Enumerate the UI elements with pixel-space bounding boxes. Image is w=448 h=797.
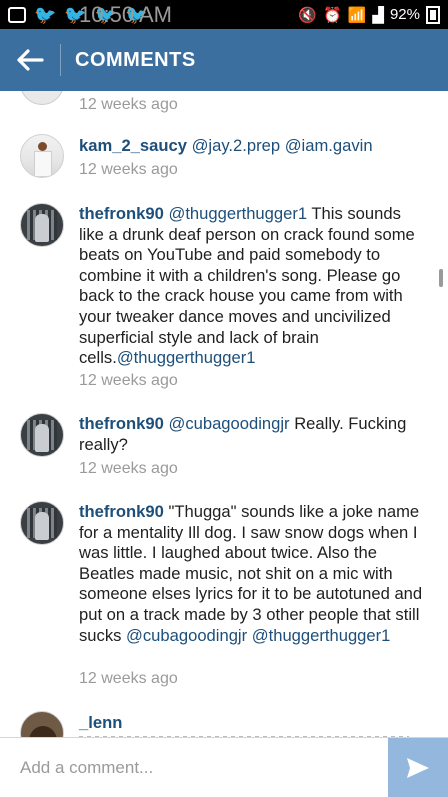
send-arrow-icon [407, 758, 429, 778]
comment-composer [0, 737, 448, 797]
comment-text: "Thugga" sounds like a joke name for a m… [79, 502, 423, 645]
mention-link[interactable]: @iam.gavin [285, 136, 373, 155]
comment-list[interactable]: 12 weeks ago kam_2_saucy @jay.2.prep @ia… [0, 91, 448, 737]
comment-time: 12 weeks ago [79, 96, 178, 113]
divider [60, 44, 61, 76]
mention-link[interactable]: @thuggerthugger1 [117, 348, 256, 367]
mention-link[interactable]: @cubagoodingjr [168, 414, 289, 433]
system-status: 🔇 ⏰ 📶 ▟ 92% 10:50 AM [79, 2, 440, 27]
comment-body: _lenn [79, 713, 429, 734]
avatar[interactable] [20, 134, 64, 178]
twitter-icon: 🐦 [34, 4, 57, 25]
back-button[interactable] [0, 29, 60, 91]
comment-username[interactable]: thefronk90 [79, 204, 164, 223]
avatar[interactable] [20, 91, 64, 105]
comment-username[interactable]: _lenn [79, 713, 122, 732]
plus-square-icon [8, 6, 26, 23]
comment-body: thefronk90 @cubagoodingjr Really. Fuckin… [79, 414, 429, 455]
mention-link[interactable]: @cubagoodingjr [126, 626, 247, 645]
avatar[interactable] [20, 203, 64, 247]
scrollbar[interactable] [439, 269, 443, 287]
avatar[interactable] [20, 413, 64, 457]
comment-time: 12 weeks ago [79, 161, 178, 178]
mention-link[interactable]: @jay.2.prep [192, 136, 281, 155]
avatar[interactable] [20, 711, 64, 737]
comment-username[interactable]: thefronk90 [79, 502, 164, 521]
status-bar: 🐦 🐦 🐦 🐦 🔇 ⏰ 📶 ▟ 92% 10:50 AM [0, 0, 448, 29]
comment-time: 12 weeks ago [79, 670, 178, 687]
page-title: COMMENTS [75, 48, 196, 71]
comment-input[interactable] [0, 738, 388, 797]
battery-icon [426, 5, 440, 24]
comment-time: 12 weeks ago [79, 460, 178, 477]
comment-time: 12 weeks ago [79, 372, 178, 389]
arrow-left-icon [17, 49, 44, 71]
comment-text: This sounds like a drunk deaf person on … [79, 204, 415, 368]
battery-percent: 92% [389, 6, 420, 23]
clock: 10:50 AM [79, 1, 172, 27]
avatar[interactable] [20, 501, 64, 545]
mute-icon: 🔇 [298, 6, 318, 24]
comment-body: thefronk90 @thuggerthugger1 This sounds … [79, 204, 429, 369]
comment-username[interactable]: thefronk90 [79, 414, 164, 433]
comment-body: kam_2_saucy @jay.2.prep @iam.gavin [79, 136, 429, 157]
mention-link[interactable]: @thuggerthugger1 [252, 626, 391, 645]
send-button[interactable] [388, 738, 448, 797]
mention-link[interactable]: @thuggerthugger1 [168, 204, 307, 223]
app-bar: COMMENTS [0, 29, 448, 91]
signal-icon: ▟ [372, 6, 384, 24]
alarm-icon: ⏰ [323, 6, 342, 24]
comment-username[interactable]: kam_2_saucy [79, 136, 187, 155]
comment-body: thefronk90 "Thugga" sounds like a joke n… [79, 502, 429, 646]
wifi-icon: 📶 [347, 6, 367, 24]
